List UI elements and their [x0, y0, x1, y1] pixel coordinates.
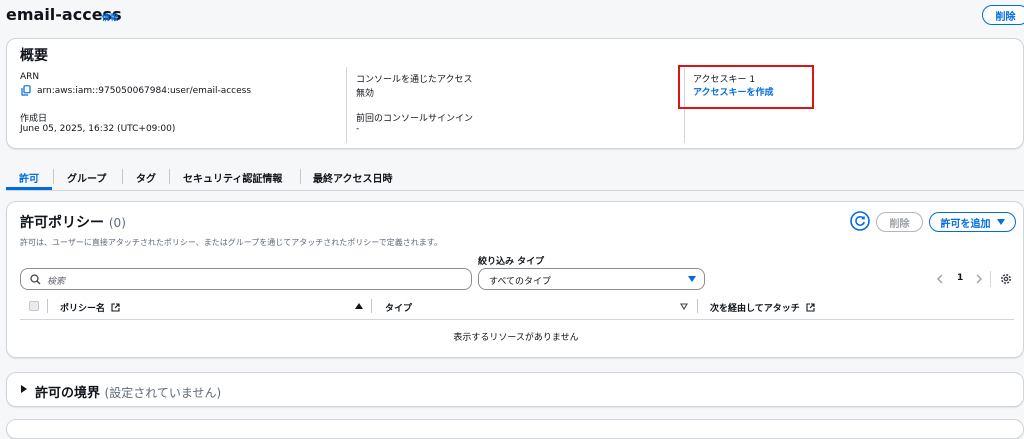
boundary-status: (設定されていません)	[104, 386, 222, 400]
permission-policies-panel: 許可ポリシー (0) 許可は、ユーザーに直接アタッチされたポリシー、またはグルー…	[6, 201, 1024, 358]
filter-type-value: すべてのタイプ	[489, 277, 552, 287]
caret-down-icon	[996, 219, 1005, 225]
external-link-icon	[806, 303, 815, 312]
column-header-attached-via[interactable]: 次を経由してアタッチ	[710, 301, 815, 314]
delete-user-button[interactable]: 削除	[982, 5, 1024, 25]
next-panel	[6, 419, 1024, 439]
console-access-label: コンソールを通じたアクセス	[356, 75, 473, 85]
column-header-policy-name[interactable]: ポリシー名	[60, 301, 120, 314]
policies-heading: 許可ポリシー (0)	[20, 212, 126, 232]
tab-separator	[169, 169, 170, 184]
last-signin-value: -	[356, 124, 360, 134]
created-value: June 05, 2025, 16:32 (UTC+09:00)	[20, 124, 176, 134]
column-header-label: 次を経由してアタッチ	[710, 304, 800, 314]
search-icon	[30, 274, 41, 285]
table-header-divider	[20, 319, 1014, 320]
last-signin-label: 前回のコンソールサインイン	[356, 114, 474, 124]
external-link-icon	[111, 303, 120, 312]
chevron-right-icon[interactable]	[975, 274, 983, 284]
select-all-checkbox[interactable]	[29, 301, 39, 311]
caret-right-icon[interactable]	[21, 385, 27, 393]
overview-heading: 概要	[20, 48, 48, 64]
boundary-title: 許可の境界	[35, 386, 101, 401]
copy-icon[interactable]	[21, 85, 31, 96]
column-header-type[interactable]: タイプ	[385, 301, 412, 314]
boundary-heading: 許可の境界 (設定されていません)	[35, 382, 221, 401]
settings-gear-icon[interactable]	[1000, 273, 1012, 285]
console-access-value: 無効	[356, 89, 375, 99]
refresh-icon[interactable]	[850, 211, 870, 231]
created-label: 作成日	[20, 114, 48, 124]
annotation-highlight-box	[678, 65, 814, 109]
arn-label: ARN	[20, 72, 40, 82]
header-divider	[371, 299, 372, 313]
overview-panel: 概要 ARN arn:aws:iam::975050067984:user/em…	[6, 38, 1024, 149]
header-divider	[697, 299, 698, 313]
add-permissions-label: 許可を追加	[940, 218, 991, 230]
active-tab-indicator	[6, 187, 52, 190]
chevron-left-icon[interactable]	[936, 274, 944, 284]
policies-description: 許可は、ユーザーに直接アタッチされたポリシー、またはグループを通じてアタッチされ…	[20, 238, 442, 247]
page-header: email-access 情報 削除	[6, 4, 1024, 28]
filter-type-label: 絞り込み タイプ	[478, 257, 545, 267]
page-number[interactable]: 1	[957, 273, 963, 283]
add-permissions-button[interactable]: 許可を追加	[929, 212, 1016, 232]
header-divider	[47, 299, 48, 313]
policies-count: (0)	[108, 216, 126, 230]
sort-icon[interactable]	[680, 303, 688, 310]
empty-state-message: 表示するリソースがありません	[453, 333, 579, 343]
tab-security-credentials[interactable]: セキュリティ認証情報	[183, 163, 282, 191]
tab-last-accessed[interactable]: 最終アクセス日時	[313, 163, 393, 191]
column-divider	[346, 67, 347, 143]
permissions-boundary-panel[interactable]: 許可の境界 (設定されていません)	[6, 372, 1024, 407]
tab-groups[interactable]: グループ	[67, 163, 106, 191]
policies-title: 許可ポリシー	[20, 215, 104, 231]
pagination-divider	[990, 271, 991, 287]
tab-separator	[300, 169, 301, 184]
tab-tags[interactable]: タグ	[136, 163, 156, 191]
caret-down-icon	[688, 276, 696, 282]
tab-bar	[6, 163, 1024, 191]
column-header-label: ポリシー名	[60, 304, 106, 314]
tab-separator	[53, 169, 54, 184]
search-input[interactable]: 検索	[20, 268, 472, 290]
delete-policy-button[interactable]: 削除	[876, 212, 923, 232]
sort-ascending-icon[interactable]	[355, 303, 363, 309]
search-placeholder: 検索	[47, 277, 66, 287]
filter-type-select[interactable]: すべてのタイプ	[478, 268, 705, 290]
tab-separator	[122, 169, 123, 184]
arn-value: arn:aws:iam::975050067984:user/email-acc…	[37, 86, 252, 96]
info-link[interactable]: 情報	[102, 12, 118, 23]
